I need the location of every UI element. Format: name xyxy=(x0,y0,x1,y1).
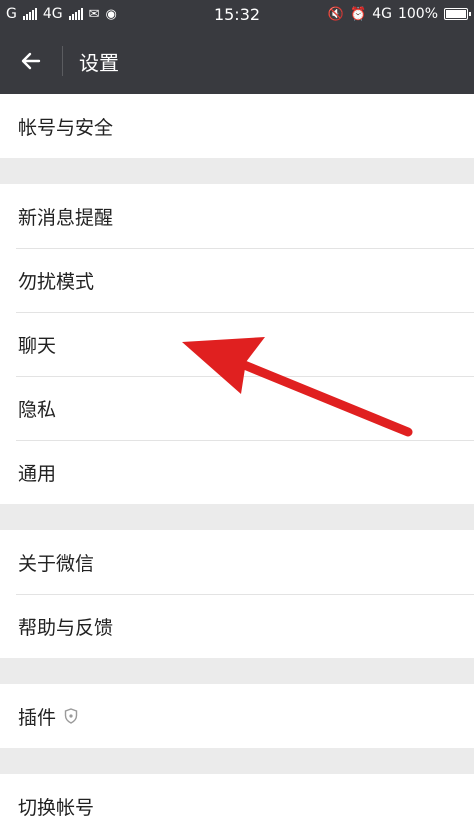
battery-percent: 100% xyxy=(397,6,438,22)
settings-item-chat[interactable]: 聊天 xyxy=(0,312,474,376)
group-gap xyxy=(0,748,474,774)
settings-group-switch: 切换帐号 xyxy=(0,774,474,828)
back-arrow-icon xyxy=(21,52,41,70)
battery-icon xyxy=(444,8,471,20)
settings-item-plugins[interactable]: 插件 xyxy=(0,684,474,748)
settings-item-notifications[interactable]: 新消息提醒 xyxy=(0,184,474,248)
group-gap xyxy=(0,658,474,684)
group-gap xyxy=(0,504,474,530)
page-title: 设置 xyxy=(79,50,119,75)
settings-item-help-feedback[interactable]: 帮助与反馈 xyxy=(0,594,474,658)
settings-item-label: 插件 xyxy=(18,706,57,729)
status-right: 🔇 ⏰ 4G 100% xyxy=(327,6,471,22)
status-bar: G 4G ✉ ◉ 15:32 🔇 ⏰ 4G 100% xyxy=(0,0,474,28)
mute-icon: 🔇 xyxy=(327,6,345,22)
network-type: 4G xyxy=(372,6,392,22)
settings-item-about[interactable]: 关于微信 xyxy=(0,530,474,594)
signal-icon xyxy=(68,8,83,20)
title-bar: 设置 xyxy=(0,28,474,94)
message-icon: ✉ xyxy=(88,6,100,22)
settings-item-label: 切换帐号 xyxy=(18,796,95,819)
settings-group-plugins: 插件 xyxy=(0,684,474,748)
settings-item-label: 帮助与反馈 xyxy=(18,616,114,639)
carrier-1: G xyxy=(6,6,17,22)
signal-icon xyxy=(22,8,37,20)
settings-item-label: 新消息提醒 xyxy=(18,206,114,229)
settings-item-label: 聊天 xyxy=(18,334,57,357)
settings-group-account: 帐号与安全 xyxy=(0,94,474,158)
settings-group-about: 关于微信 帮助与反馈 xyxy=(0,530,474,658)
title-divider xyxy=(62,46,63,76)
settings-item-privacy[interactable]: 隐私 xyxy=(0,376,474,440)
settings-list: 帐号与安全 新消息提醒 勿扰模式 聊天 隐私 通用 关于微信 帮助与反馈 插件 xyxy=(0,94,474,828)
settings-item-label: 勿扰模式 xyxy=(18,270,95,293)
settings-item-label: 帐号与安全 xyxy=(18,116,114,139)
alarm-icon: ⏰ xyxy=(350,6,367,22)
settings-item-label: 通用 xyxy=(18,462,57,485)
settings-item-do-not-disturb[interactable]: 勿扰模式 xyxy=(0,248,474,312)
settings-item-switch-account[interactable]: 切换帐号 xyxy=(0,774,474,828)
shield-icon xyxy=(64,708,78,724)
settings-item-label: 关于微信 xyxy=(18,552,95,575)
sync-icon: ◉ xyxy=(105,6,117,22)
settings-item-account-security[interactable]: 帐号与安全 xyxy=(0,94,474,158)
status-left: G 4G ✉ ◉ xyxy=(6,6,117,22)
settings-group-preferences: 新消息提醒 勿扰模式 聊天 隐私 通用 xyxy=(0,184,474,504)
carrier-2: 4G xyxy=(42,6,63,22)
group-gap xyxy=(0,158,474,184)
back-button[interactable] xyxy=(0,28,62,94)
settings-item-general[interactable]: 通用 xyxy=(0,440,474,504)
settings-item-label: 隐私 xyxy=(18,398,57,421)
